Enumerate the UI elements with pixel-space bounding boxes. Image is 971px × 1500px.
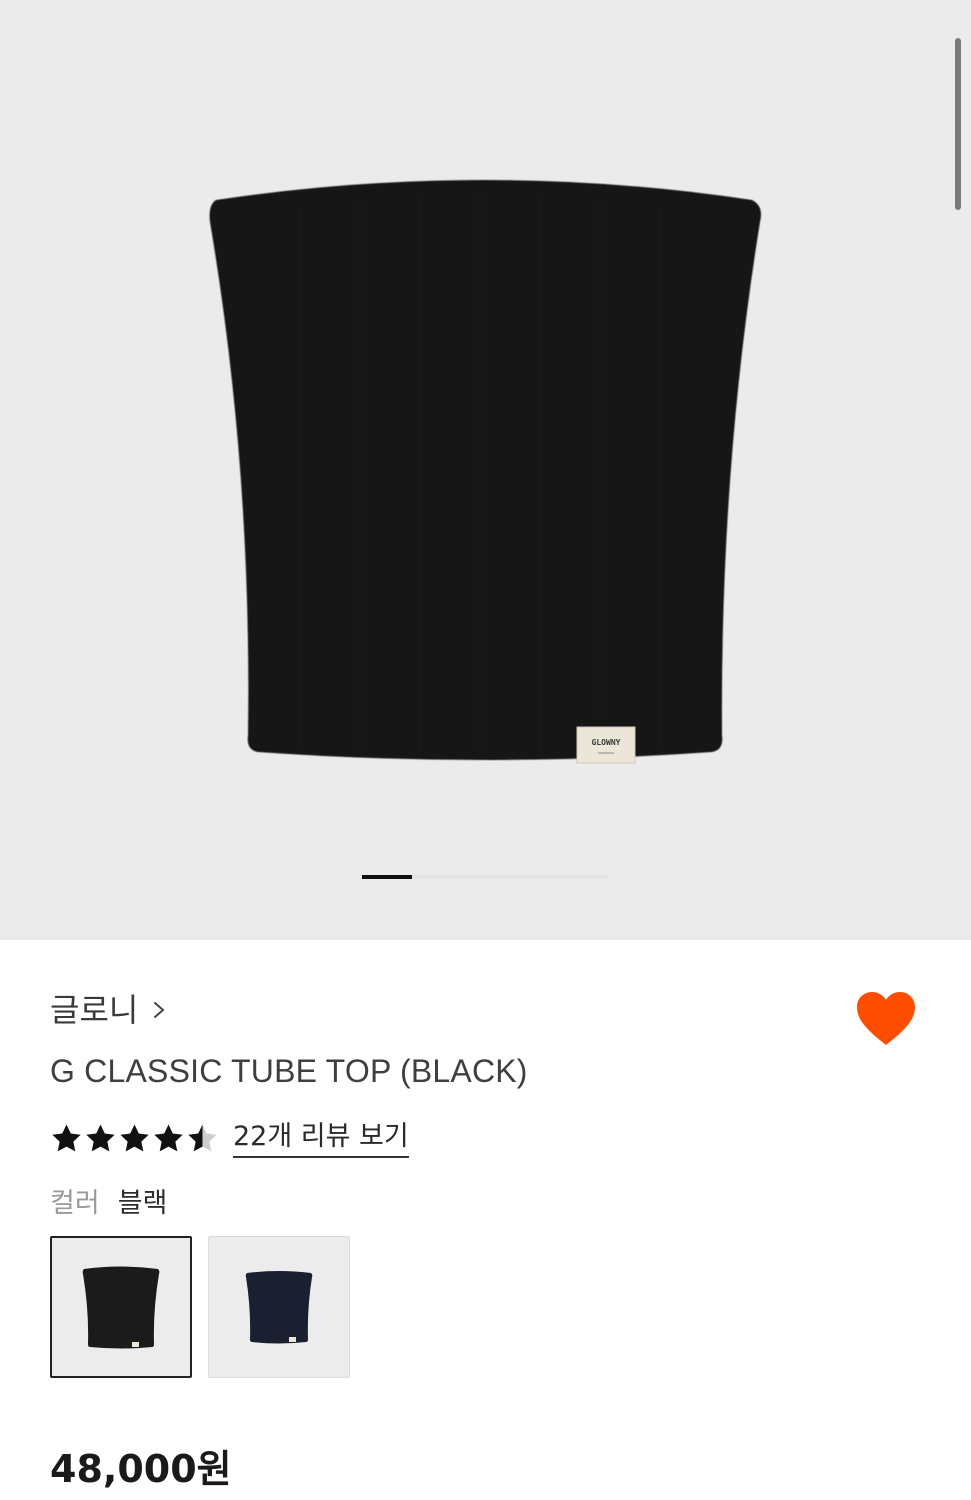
color-label: 컬러 [50, 1188, 100, 1219]
brand-label-patch: GLOWNY [576, 726, 636, 764]
gallery-indicator-active [362, 875, 412, 879]
brand-link[interactable]: 글로니 [50, 988, 166, 1032]
star-icon [52, 1123, 81, 1151]
rating-stars [50, 1122, 219, 1155]
product-title: G CLASSIC TUBE TOP (BLACK) [50, 1053, 528, 1089]
product-price: 48,000원 [50, 1447, 232, 1491]
brand-name: 글로니 [50, 991, 139, 1029]
star-icon [120, 1123, 149, 1151]
swatch-navy[interactable] [208, 1236, 350, 1378]
swatch-black[interactable] [50, 1236, 192, 1378]
product-detail-page: GLOWNY 글로니 G CLASSIC TUBE TOP (BLACK) 22… [0, 0, 971, 1500]
color-swatches [50, 1236, 350, 1378]
star-icon [86, 1123, 115, 1151]
gallery-indicator [362, 875, 608, 879]
heart-icon[interactable] [855, 990, 917, 1048]
chevron-right-icon [154, 1002, 165, 1018]
svg-text:GLOWNY: GLOWNY [592, 738, 621, 747]
swatch-navy-thumbnail [245, 1271, 313, 1344]
scrollbar[interactable] [955, 38, 961, 210]
color-row: 컬러 블랙 [50, 1184, 167, 1224]
star-icon [154, 1123, 183, 1151]
reviews-link[interactable]: 22개 리뷰 보기 [233, 1118, 409, 1158]
rating-row: 22개 리뷰 보기 [50, 1118, 409, 1158]
swatch-black-thumbnail [82, 1266, 160, 1349]
half-star-icon [188, 1123, 217, 1151]
product-image-gallery[interactable]: GLOWNY [0, 0, 971, 940]
color-value: 블랙 [117, 1188, 168, 1219]
product-image: GLOWNY [209, 180, 762, 764]
